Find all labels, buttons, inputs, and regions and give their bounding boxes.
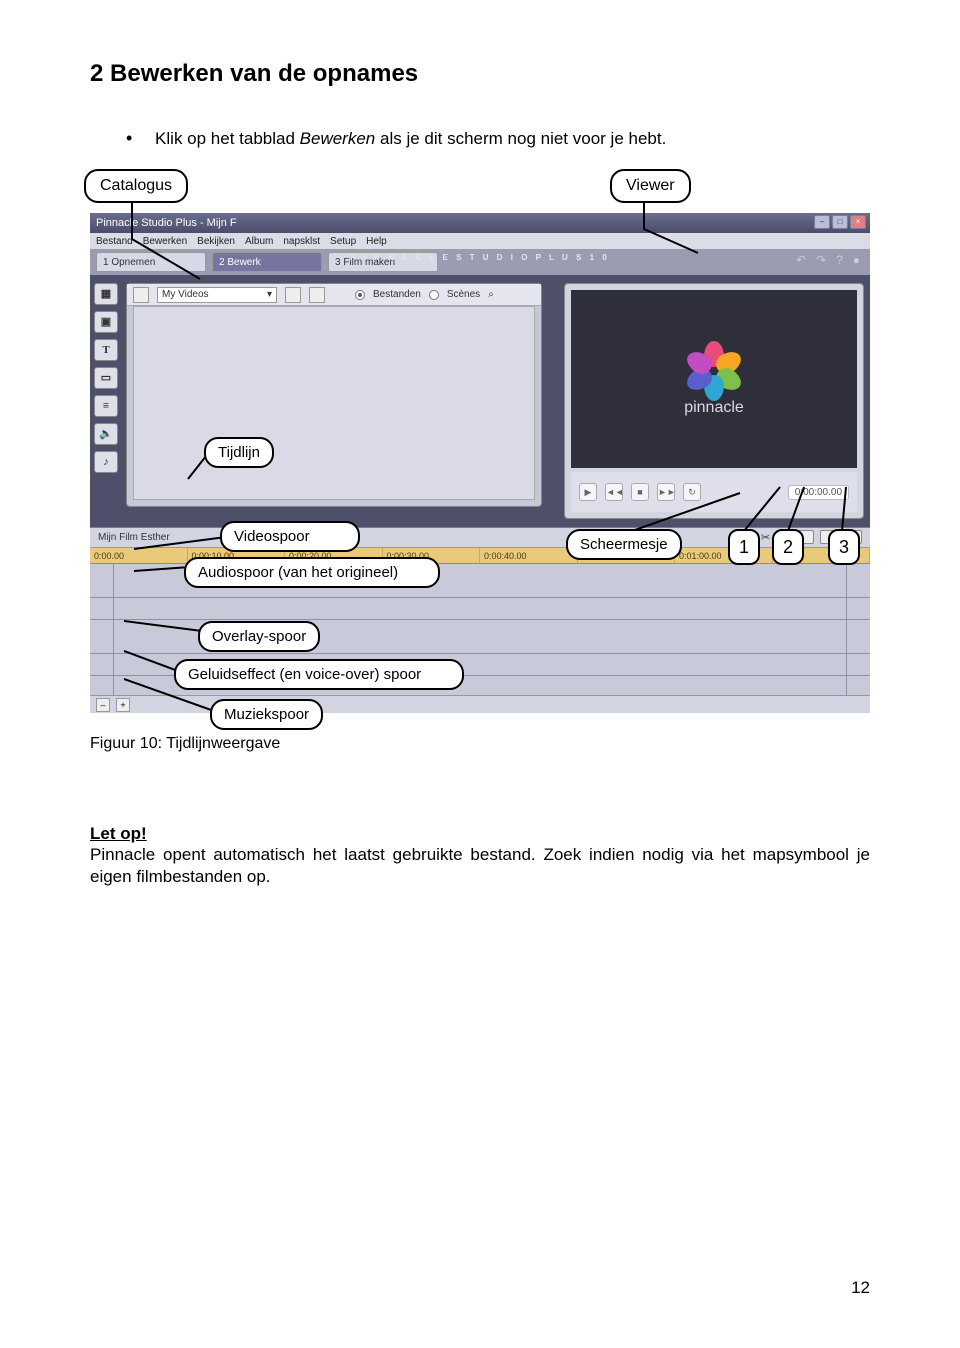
search-icon[interactable]: ⌕: [488, 289, 494, 300]
menu-item[interactable]: napsklst: [283, 236, 320, 247]
menu-item[interactable]: Setup: [330, 236, 356, 247]
window-close-button[interactable]: ×: [850, 215, 866, 229]
tool-button[interactable]: T: [94, 339, 118, 361]
callout-tijdlijn: Tijdlijn: [204, 437, 274, 468]
side-toolbar: ▦ ▣ T ▭ ≡ 🔈 ♪: [94, 283, 120, 473]
tool-button[interactable]: ▦: [94, 283, 118, 305]
bullet-em: Bewerken: [300, 129, 376, 148]
callout-catalogus: Catalogus: [84, 169, 188, 203]
annotated-screenshot: Catalogus Viewer Tijdlijn Videospoor Aud…: [90, 169, 870, 729]
callout-scheermesje: Scheermesje: [566, 529, 682, 560]
callout-videospoor: Videospoor: [220, 521, 360, 552]
bullet-post: als je dit scherm nog niet voor je hebt.: [375, 129, 666, 148]
callout-num-2: 2: [772, 529, 804, 565]
callout-num-3: 3: [828, 529, 860, 565]
ruler-tick: 0:00:40.00: [480, 548, 578, 563]
menu-item[interactable]: Album: [245, 236, 273, 247]
callout-num-1: 1: [728, 529, 760, 565]
play-button[interactable]: ▶: [579, 483, 597, 501]
chevron-down-icon: ▾: [267, 289, 272, 300]
page-number: 12: [851, 1278, 870, 1298]
callout-muziek: Muziekspoor: [210, 699, 323, 730]
radio-scenes[interactable]: [429, 290, 439, 300]
folder-button[interactable]: [309, 287, 325, 303]
figure-caption: Figuur 10: Tijdlijnweergave: [90, 735, 870, 753]
page-heading: 2 Bewerken van de opnames: [90, 60, 870, 88]
callout-overlay: Overlay-spoor: [198, 621, 320, 652]
window-minimize-button[interactable]: –: [814, 215, 830, 229]
help-icon[interactable]: ?: [836, 253, 843, 267]
letop-text: Pinnacle opent automatisch het laatst ge…: [90, 844, 870, 887]
track-audio[interactable]: [90, 598, 870, 620]
tool-button[interactable]: 🔈: [94, 423, 118, 445]
record-icon[interactable]: ●: [853, 253, 860, 267]
tool-button[interactable]: ≡: [94, 395, 118, 417]
viewer-screen: pinnacle: [571, 290, 857, 468]
brand-label: P I N N A C L E S T U D I O P L U S 1 0: [350, 253, 609, 262]
callout-viewer: Viewer: [610, 169, 691, 203]
tool-button[interactable]: ▣: [94, 311, 118, 333]
radio-bestanden[interactable]: [355, 290, 365, 300]
bullet-pre: Klik op het tabblad: [155, 129, 300, 148]
menu-item[interactable]: Help: [366, 236, 387, 247]
undo-icon[interactable]: ↶: [796, 253, 806, 267]
callout-audiospoor: Audiospoor (van het origineel): [184, 557, 440, 588]
letop-label: Let op!: [90, 824, 147, 843]
tool-button[interactable]: ♪: [94, 451, 118, 473]
zoom-out-button[interactable]: –: [96, 698, 110, 712]
rewind-button[interactable]: ◄◄: [605, 483, 623, 501]
folder-browse-button[interactable]: [285, 287, 301, 303]
redo-icon[interactable]: ↷: [816, 253, 826, 267]
callout-geluid: Geluidseffect (en voice-over) spoor: [174, 659, 464, 690]
window-maximize-button[interactable]: □: [832, 215, 848, 229]
radio-scenes-label: Scènes: [447, 289, 480, 300]
selected-folder-label: My Videos: [162, 289, 209, 300]
bullet-instruction: Klik op het tabblad Bewerken als je dit …: [90, 128, 870, 149]
viewer-logo-text: pinnacle: [684, 399, 744, 417]
radio-bestanden-label: Bestanden: [373, 289, 421, 300]
pinnacle-logo-icon: [688, 341, 740, 393]
tool-button[interactable]: ▭: [94, 367, 118, 389]
